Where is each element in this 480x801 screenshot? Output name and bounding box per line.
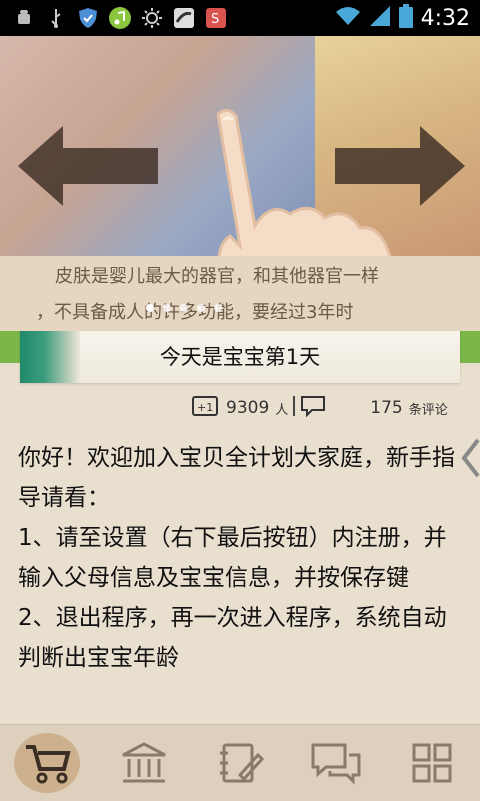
wifi-icon <box>335 5 361 31</box>
bank-icon <box>122 742 166 783</box>
nav-stroller[interactable] <box>0 725 96 801</box>
carousel-dot[interactable] <box>197 304 205 312</box>
carousel-dot[interactable] <box>146 304 154 312</box>
svg-text:+1: +1 <box>197 401 213 414</box>
stats-divider <box>292 396 296 420</box>
swipe-left-arrow-icon <box>18 126 158 206</box>
status-bar: S 4:32 <box>0 0 480 36</box>
comments-count: 175 <box>370 398 403 418</box>
caption-line-2: ，不具备成人的许多功能，要经过3年时 <box>36 302 354 323</box>
app-s-icon: S <box>204 6 228 30</box>
signal-icon <box>369 5 391 31</box>
carousel-dot[interactable] <box>180 304 188 312</box>
stroller-icon <box>26 745 71 784</box>
usb-icon <box>44 6 68 30</box>
bottom-nav <box>0 724 480 801</box>
comments-unit: 条评论 <box>408 402 448 418</box>
status-time: 4:32 <box>420 5 470 31</box>
grid-icon <box>412 743 452 783</box>
nav-library[interactable] <box>96 725 192 801</box>
chevron-left-icon[interactable] <box>460 438 480 478</box>
nav-forum[interactable] <box>288 725 384 801</box>
caption-line-1: 皮肤是婴儿最大的器官，和其他器官一样 <box>55 266 379 287</box>
carousel-dot[interactable] <box>214 304 222 312</box>
article-paragraph: 你好！欢迎加入宝贝全计划大家庭，新手指导请看： <box>18 445 455 511</box>
banner-caption: 皮肤是婴儿最大的器官，和其他器官一样 ，不具备成人的许多功能，要经过3年时 <box>0 256 480 331</box>
battery-icon <box>398 4 413 32</box>
stats-row: +1 9309 人 175 条评论 <box>192 394 448 422</box>
article-paragraph: 2、退出程序，再一次进入程序，系统自动判断出宝宝年龄 <box>18 605 447 671</box>
carousel-dots <box>146 304 222 312</box>
nav-diary[interactable] <box>192 725 288 801</box>
likes-count: 9309 <box>226 398 270 418</box>
carousel-dot[interactable] <box>163 304 171 312</box>
svg-text:S: S <box>211 12 219 27</box>
likes-unit: 人 <box>275 402 289 418</box>
peapod-icon <box>172 6 196 30</box>
banner-carousel[interactable]: 皮肤是婴儿最大的器官，和其他器官一样 ，不具备成人的许多功能，要经过3年时 <box>0 36 480 331</box>
nav-more[interactable] <box>384 725 480 801</box>
plus-one-icon[interactable]: +1 <box>192 395 218 421</box>
brightness-icon <box>140 6 164 30</box>
shield-icon <box>76 6 100 30</box>
notebook-icon <box>220 743 264 783</box>
page-title: 今天是宝宝第1天 <box>159 345 321 369</box>
music-icon <box>108 6 132 30</box>
article-body: 你好！欢迎加入宝贝全计划大家庭，新手指导请看： 1、请至设置（右下最后按钮）内注… <box>18 438 464 678</box>
comment-icon[interactable] <box>300 395 326 421</box>
chat-icon <box>311 743 361 785</box>
android-debug-icon <box>12 6 36 30</box>
article-paragraph: 1、请至设置（右下最后按钮）内注册，并输入父母信息及宝宝信息，并按保存键 <box>18 525 447 591</box>
